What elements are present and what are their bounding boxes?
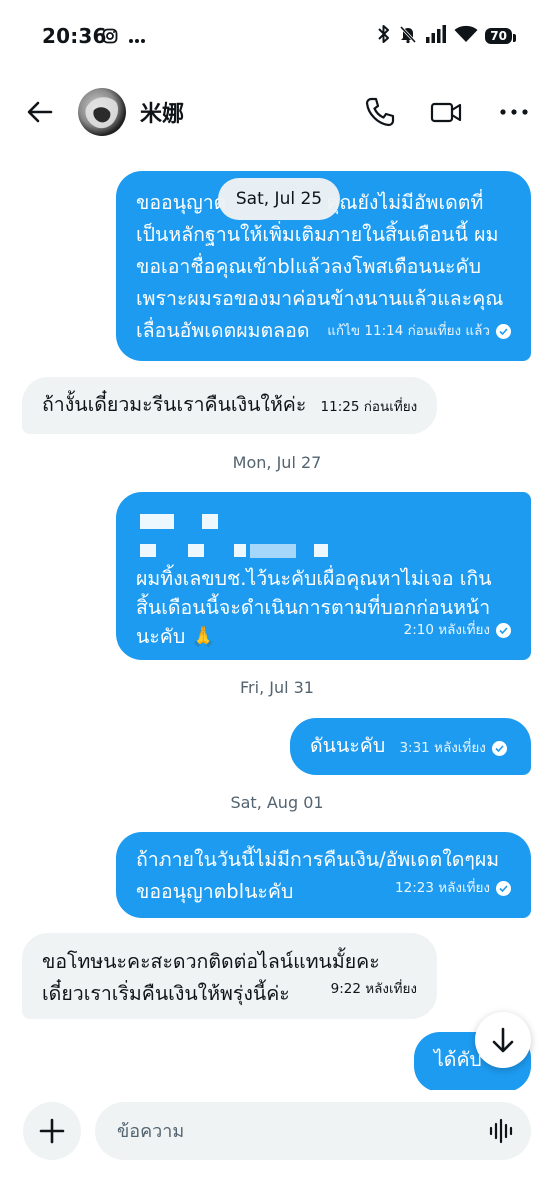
voice-waveform-icon [489, 1118, 513, 1144]
redaction-mark [250, 544, 296, 558]
call-button[interactable] [362, 94, 398, 130]
scroll-to-bottom-button[interactable] [475, 1012, 531, 1068]
message-meta: 3:31 หลังเที่ยง [399, 732, 507, 764]
timestamp: 9:22 หลังเที่ยง [330, 981, 417, 997]
status-time: 20:36 [42, 24, 107, 48]
date-separator: Mon, Jul 27 [232, 453, 322, 472]
redaction-mark [202, 514, 218, 529]
read-check-icon [496, 622, 511, 638]
message-outgoing[interactable]: ถ้าภายในวันนี้ไม่มีการคืนเงิน/อัพเดตใดๆผ… [116, 832, 531, 918]
bluetooth-icon [377, 24, 391, 48]
more-notifications-icon [128, 29, 146, 48]
status-bar: 20:36 70 [0, 0, 554, 76]
message-text: ผมทิ้งเลขบช.ไว้นะคับเผื่อคุณหาไม่เจอ เกิ… [136, 567, 492, 590]
message-outgoing[interactable]: ผมทิ้งเลขบช.ไว้นะคับเผื่อคุณหาไม่เจอ เกิ… [116, 492, 531, 660]
timestamp: 12:23 หลังเที่ยง [395, 880, 490, 896]
timestamp: แก้ไข 11:14 ก่อนเที่ยง แล้ว [327, 323, 490, 339]
redaction-mark [140, 514, 174, 529]
message-meta: 2:10 หลังเที่ยง [404, 614, 511, 646]
composer [0, 1090, 554, 1200]
redaction-mark [234, 544, 246, 557]
message-input[interactable] [95, 1102, 531, 1160]
date-separator: Fri, Jul 31 [240, 678, 314, 697]
add-media-button[interactable] [23, 1102, 81, 1160]
read-check-icon [496, 323, 511, 339]
message-text: เพราะผมรอของมาค่อนข้างนานแล้วและคุณ [136, 287, 504, 310]
timestamp: 3:31 หลังเที่ยง [399, 740, 486, 756]
video-camera-icon [430, 102, 462, 123]
plus-icon [39, 1118, 65, 1144]
message-incoming[interactable]: ถ้างั้นเดี๋ยวมะรีนเราคืนเงินให้ค่ะ 11:25… [22, 377, 437, 434]
message-text: คุณยังไม่มีอัพเดตที่ [326, 191, 484, 214]
message-text: ถ้างั้นเดี๋ยวมะรีนเราคืนเงินให้ค่ะ [42, 393, 307, 416]
message-text: ขอเอาชื่อคุณเข้าblแล้วลงโพสเตือนนะคับ [136, 255, 481, 278]
message-text: เป็นหลักฐานให้เพิ่มเติมภายในสิ้นเดือนนี้… [136, 223, 499, 246]
video-call-button[interactable] [428, 94, 464, 130]
message-text: ดันนะคับ [310, 734, 386, 757]
battery-indicator: 70 [485, 28, 516, 44]
message-meta: แก้ไข 11:14 ก่อนเที่ยง แล้ว [327, 315, 511, 347]
arrow-down-icon [492, 1027, 514, 1053]
back-arrow-icon [27, 101, 53, 123]
mute-icon [398, 24, 418, 48]
redaction-mark [314, 544, 328, 557]
read-check-icon [496, 880, 511, 896]
timestamp: 11:25 ก่อนเที่ยง [320, 399, 418, 415]
redaction-mark [188, 544, 204, 557]
timestamp: 2:10 หลังเที่ยง [403, 622, 490, 638]
avatar[interactable] [78, 88, 126, 136]
instagram-icon [102, 28, 118, 48]
voice-message-button[interactable] [488, 1118, 514, 1144]
back-button[interactable] [22, 94, 58, 130]
message-incoming[interactable]: ขอโทษนะคะสะดวกติดต่อไลน์แทนมั้ยคะ เดี๋ยว… [22, 933, 437, 1019]
more-options-button[interactable] [496, 94, 532, 130]
contact-name[interactable]: 米娜 [140, 96, 184, 128]
signal-icon [425, 25, 447, 47]
message-text: ได้คับ [434, 1048, 482, 1071]
read-check-icon [491, 740, 507, 756]
message-text: นะคับ 🙏 [136, 625, 216, 648]
floating-date: Sat, Jul 25 [218, 178, 340, 220]
more-icon [500, 109, 528, 115]
date-separator: Sat, Aug 01 [230, 793, 324, 812]
redaction-mark [140, 544, 156, 557]
phone-icon [365, 97, 395, 127]
message-text: ขออนุญาต [136, 191, 227, 214]
message-meta: 12:23 หลังเที่ยง [395, 872, 511, 904]
wifi-icon [454, 25, 478, 47]
message-outgoing[interactable]: ดันนะคับ 3:31 หลังเที่ยง [290, 718, 531, 775]
chat-header: 米娜 [0, 80, 554, 144]
